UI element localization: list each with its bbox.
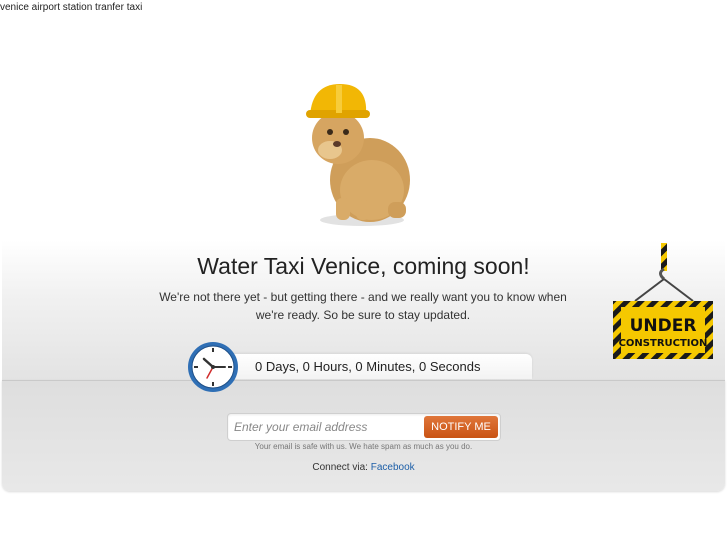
notify-me-button[interactable]: NOTIFY ME: [424, 416, 498, 438]
email-input[interactable]: [234, 418, 414, 436]
sign-line-1: UNDER: [630, 316, 697, 336]
connect-label: Connect via:: [312, 462, 368, 473]
site-title: venice airport station tranfer taxi: [0, 2, 143, 13]
under-construction-sign: UNDER CONSTRUCTION: [613, 243, 713, 359]
sign-line-2: CONSTRUCTION: [619, 338, 708, 349]
connect-row: Connect via: Facebook: [0, 462, 727, 473]
countdown-text: 0 Days, 0 Hours, 0 Minutes, 0 Seconds: [255, 359, 481, 374]
spam-note: Your email is safe with us. We hate spam…: [254, 442, 473, 451]
facebook-link[interactable]: Facebook: [371, 462, 415, 473]
clock-icon: [188, 342, 238, 392]
lion-cub-mascot-image: [306, 84, 410, 226]
page-subtext: We're not there yet - but getting there …: [159, 290, 567, 322]
signup-form: NOTIFY ME: [227, 413, 501, 441]
